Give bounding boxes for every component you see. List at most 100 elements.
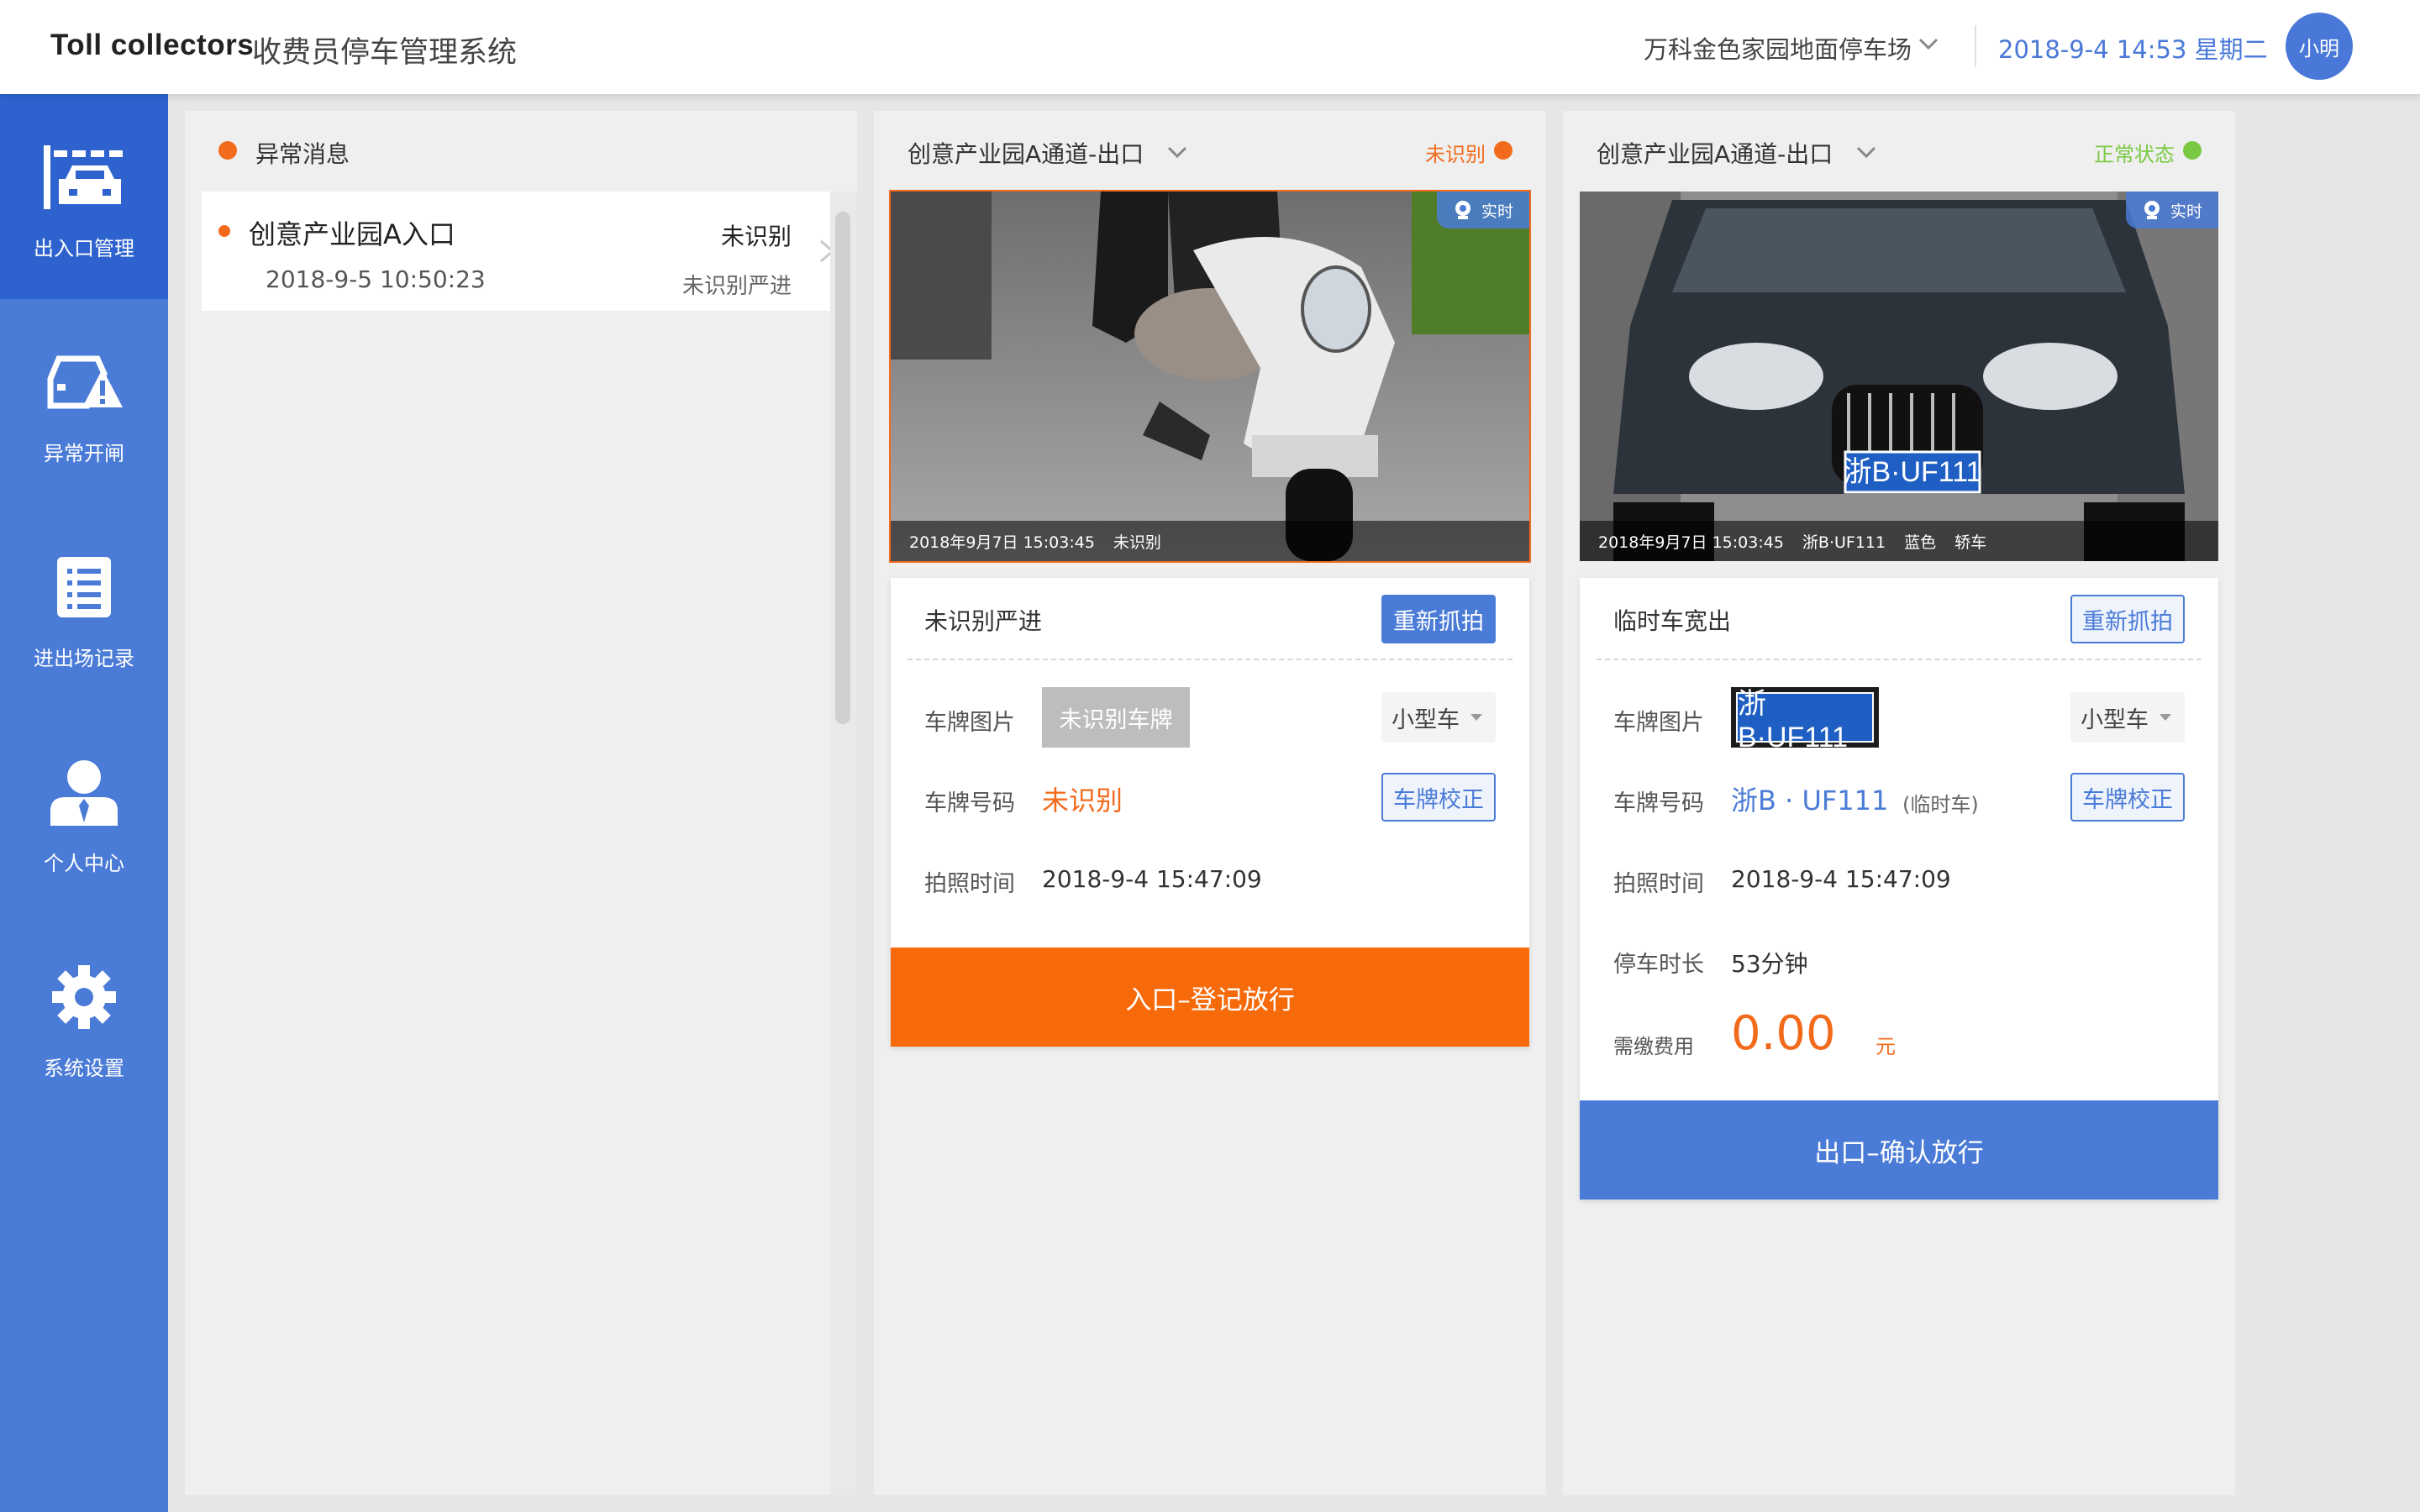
svg-text:浙B·UF111: 浙B·UF111 [1843,456,1981,488]
webcam-icon [2144,201,2160,219]
lane-status-text: 未识别 [1425,143,1486,166]
user-icon [38,754,130,830]
lane-selector[interactable]: 创意产业园A通道-出口 [1597,136,1833,170]
live-badge: 实时 [1437,192,1529,228]
dashed-divider [1597,659,2202,660]
parking-lot-selector[interactable]: 万科金色家园地面停车场 [1644,30,1912,66]
plate-number-label: 车牌号码 [924,790,1015,816]
message-title: 创意产业园A入口 [249,218,455,250]
vehicle-type-select[interactable]: 小型车 [2070,692,2185,743]
recapture-button[interactable]: 重新抓拍 [2070,595,2185,643]
capture-time-value: 2018-9-4 15:47:09 [1731,865,1951,893]
sidebar-item-label: 系统设置 [44,1057,124,1080]
lane-status-text: 正常状态 [2094,143,2175,166]
plate-image-placeholder: 未识别车牌 [1042,687,1190,748]
sidebar-item-gate-management[interactable]: 出入口管理 [0,94,168,299]
record-list-icon [38,549,130,625]
vehicle-detail-card: 临时车宽出 重新抓拍 车牌图片 浙B·UF111 小型车 车牌号码 浙B · U… [1580,578,2218,1200]
live-label: 实时 [2170,202,2202,221]
sidebar-item-entry-exit-records[interactable]: 进出场记录 [0,504,168,709]
list-item[interactable]: 创意产业园A入口 2018-9-5 10:50:23 未识别 未识别严进 [202,192,849,311]
message-time: 2018-9-5 10:50:23 [266,265,486,293]
scrollbar-thumb[interactable] [835,212,850,724]
alert-dot [218,141,237,160]
card-title: 临时车宽出 [1613,607,1732,635]
current-datetime: 2018-9-4 14:53 星期二 [1998,35,2268,64]
chevron-down-icon[interactable] [1918,35,1939,52]
capture-time-value: 2018-9-4 15:47:09 [1042,865,1262,893]
sidebar-item-label: 异常开闸 [44,442,124,465]
parking-duration-value: 53分钟 [1731,950,1808,978]
recognized-plate: 浙B·UF111 [1802,533,1886,552]
lane-panel-2: 创意产业园A通道-出口 正常状态 浙B·UF111 实时 2018年9月7日 1… [1563,111,2235,1495]
panel-title: 异常消息 [255,140,350,168]
correct-plate-button[interactable]: 车牌校正 [1381,773,1496,822]
vehicle-tag: (临时车) [1902,793,1979,816]
header-divider [1975,25,1976,67]
plate-number-value: 未识别 [1042,785,1123,816]
camera-image-scooter [891,192,1529,561]
user-avatar[interactable]: 小明 [2286,13,2353,80]
camera-caption: 2018年9月7日 15:03:45 浙B·UF111 蓝色 轿车 [1580,521,2218,561]
webcam-icon [1455,201,1470,219]
vehicle-type-value: 小型车 [1392,706,1460,733]
correct-plate-button[interactable]: 车牌校正 [2070,773,2185,822]
plate-image-text: 浙B·UF111 [1736,688,1874,753]
vehicle-detail-card: 未识别严进 重新抓拍 车牌图片 未识别车牌 小型车 车牌号码 未识别 车牌校正 … [891,578,1529,1047]
entry-register-release-button[interactable]: 入口–登记放行 [891,948,1529,1047]
fee-amount: 0.00 [1731,1006,1836,1061]
chevron-down-icon[interactable] [1166,144,1188,160]
vehicle-color: 蓝色 [1904,533,1937,552]
exit-confirm-release-button[interactable]: 出口–确认放行 [1580,1100,2218,1200]
lane-panel-1: 创意产业园A通道-出口 未识别 实时 2018年9月7日 15:03:45 未识… [874,111,1546,1495]
fee-label: 需缴费用 [1613,1035,1694,1058]
vehicle-type-select[interactable]: 小型车 [1381,692,1496,743]
camera-feed[interactable]: 实时 2018年9月7日 15:03:45 未识别 [889,190,1531,563]
card-title: 未识别严进 [924,607,1043,635]
recognition-result: 未识别 [1113,533,1161,552]
chevron-down-icon[interactable] [1855,144,1877,160]
gear-icon [38,959,130,1035]
sidebar-item-personal-center[interactable]: 个人中心 [0,709,168,914]
live-label: 实时 [1481,202,1513,221]
caret-down-icon [1470,714,1482,721]
camera-caption: 2018年9月7日 15:03:45 未识别 [891,521,1529,561]
capture-time-label: 拍照时间 [1613,871,1704,897]
parking-duration-label: 停车时长 [1613,952,1704,978]
sidebar: 出入口管理 异常开闸 进出场记录 个人中心 系统设置 [0,94,168,1512]
sidebar-item-label: 出入口管理 [34,237,134,260]
plate-number-label: 车牌号码 [1613,790,1704,816]
plate-image-label: 车牌图片 [924,710,1015,736]
status-dot [1494,141,1512,160]
unread-dot [218,225,230,237]
message-type: 未识别严进 [681,274,792,299]
brand-name: Toll collectors [50,29,255,61]
caret-down-icon [2160,714,2171,721]
sidebar-item-label: 进出场记录 [34,647,134,670]
lane-selector[interactable]: 创意产业园A通道-出口 [908,136,1144,170]
live-badge: 实时 [2126,192,2218,228]
recapture-button[interactable]: 重新抓拍 [1381,595,1496,643]
dashed-divider [908,659,1512,660]
plate-image: 浙B·UF111 [1731,687,1879,753]
vehicle-category: 轿车 [1954,533,1987,552]
gate-car-icon [38,139,130,215]
message-status: 未识别 [720,223,792,250]
vehicle-type-value: 小型车 [2081,706,2149,733]
car-warning-icon [38,344,130,420]
plate-number-value: 浙B · UF111 [1731,785,1889,816]
capture-time-label: 拍照时间 [924,871,1015,897]
sidebar-item-abnormal-open[interactable]: 异常开闸 [0,299,168,504]
top-header: Toll collectors 收费员停车管理系统 万科金色家园地面停车场 20… [0,0,2420,94]
plate-image-label: 车牌图片 [1613,710,1704,736]
sidebar-item-label: 个人中心 [44,852,124,875]
system-title: 收费员停车管理系统 [252,36,518,70]
abnormal-messages-panel: 异常消息 创意产业园A入口 2018-9-5 10:50:23 未识别 未识别严… [185,111,857,1495]
camera-image-sedan: 浙B·UF111 [1580,192,2218,561]
capture-timestamp: 2018年9月7日 15:03:45 [1598,533,1784,552]
sidebar-item-system-settings[interactable]: 系统设置 [0,914,168,1119]
capture-timestamp: 2018年9月7日 15:03:45 [909,533,1095,552]
status-dot [2183,141,2202,160]
fee-unit: 元 [1876,1035,1896,1058]
camera-feed[interactable]: 浙B·UF111 实时 2018年9月7日 15:03:45 浙B·UF111 … [1580,192,2218,561]
